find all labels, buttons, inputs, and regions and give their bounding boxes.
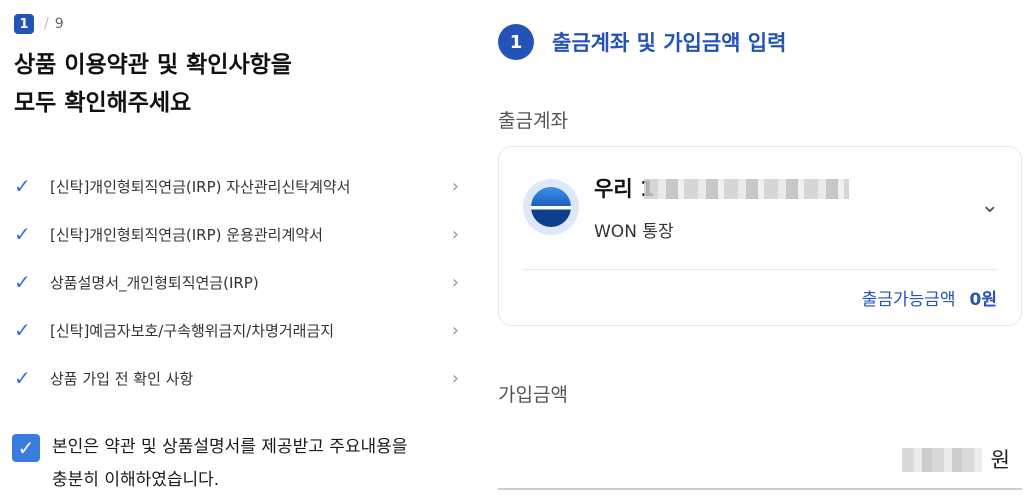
amount-input[interactable]: 원 (498, 430, 1022, 490)
step-total-value: 9 (54, 16, 64, 32)
checkbox-checked-icon[interactable]: ✓ (12, 434, 40, 462)
check-icon: ✓ (14, 318, 31, 342)
consent-text-line1: 본인은 약관 및 상품설명서를 제공받고 주요내용을 (52, 437, 408, 457)
amount-label: 가입금액 (498, 384, 568, 406)
term-item[interactable]: ✓ 상품설명서_개인형퇴직연금(IRP) › (14, 258, 459, 306)
term-item[interactable]: ✓ [신탁]개인형퇴직연금(IRP) 운용관리계약서 › (14, 210, 459, 258)
term-item[interactable]: ✓ [신탁]예금자보호/구속행위금지/차명거래금지 › (14, 306, 459, 354)
page-title-line1: 상품 이용약관 및 확인사항을 (14, 52, 292, 78)
check-icon: ✓ (14, 366, 31, 390)
term-label: [신탁]예금자보호/구속행위금지/차명거래금지 (50, 321, 335, 340)
account-number-masked (644, 179, 849, 199)
check-icon: ✓ (14, 222, 31, 246)
page-title: 상품 이용약관 및 확인사항을 모두 확인해주세요 (14, 46, 454, 122)
chevron-down-icon[interactable]: ⌄ (981, 193, 999, 218)
chevron-right-icon: › (451, 367, 459, 389)
consent-text-line2: 충분히 이해하였습니다. (52, 470, 220, 490)
step-separator: / (44, 16, 49, 32)
card-divider (523, 269, 997, 270)
term-label: [신탁]개인형퇴직연금(IRP) 운용관리계약서 (50, 225, 323, 244)
chevron-right-icon: › (451, 271, 459, 293)
section-title: 출금계좌 및 가입금액 입력 (552, 31, 787, 55)
bank-logo-mark (531, 187, 571, 227)
chevron-right-icon: › (451, 319, 459, 341)
amount-value-masked (902, 448, 982, 472)
section-number: 1 (498, 24, 534, 60)
term-label: [신탁]개인형퇴직연금(IRP) 자산관리신탁계약서 (50, 177, 351, 196)
terms-list: ✓ [신탁]개인형퇴직연금(IRP) 자산관리신탁계약서 › ✓ [신탁]개인형… (14, 162, 459, 402)
woori-bank-logo (523, 179, 579, 235)
step-current: 1 (14, 14, 34, 34)
account-label: 출금계좌 (498, 110, 568, 132)
step-total: /9 (44, 16, 64, 32)
consent-checkbox-row[interactable]: ✓ 본인은 약관 및 상품설명서를 제공받고 주요내용을 충분히 이해하였습니다… (12, 434, 407, 497)
available-balance-value: 0원 (969, 290, 997, 310)
consent-text: 본인은 약관 및 상품설명서를 제공받고 주요내용을 충분히 이해하였습니다. (52, 431, 407, 497)
account-amount-pane: 1 출금계좌 및 가입금액 입력 출금계좌 우리 1 WON 통장 ⌄ 출금가능… (480, 0, 1024, 502)
terms-pane: 1 /9 상품 이용약관 및 확인사항을 모두 확인해주세요 ✓ [신탁]개인형… (0, 0, 480, 502)
page-title-line2: 모두 확인해주세요 (14, 90, 192, 116)
term-label: 상품 가입 전 확인 사항 (50, 369, 194, 388)
account-select-card[interactable]: 우리 1 WON 통장 ⌄ 출금가능금액 0원 (498, 146, 1022, 326)
amount-unit: 원 (990, 448, 1010, 472)
check-icon: ✓ (14, 270, 31, 294)
check-icon: ✓ (14, 174, 31, 198)
available-balance: 출금가능금액 0원 (862, 285, 997, 310)
term-label: 상품설명서_개인형퇴직연금(IRP) (50, 273, 259, 292)
section-header: 1 출금계좌 및 가입금액 입력 (498, 24, 786, 60)
term-item[interactable]: ✓ 상품 가입 전 확인 사항 › (14, 354, 459, 402)
available-balance-label: 출금가능금액 (861, 290, 956, 310)
chevron-right-icon: › (451, 175, 459, 197)
chevron-right-icon: › (451, 223, 459, 245)
term-item[interactable]: ✓ [신탁]개인형퇴직연금(IRP) 자산관리신탁계약서 › (14, 162, 459, 210)
account-type: WON 통장 (594, 222, 674, 242)
step-indicator: 1 /9 (14, 14, 64, 34)
amount-underline (498, 488, 1022, 490)
